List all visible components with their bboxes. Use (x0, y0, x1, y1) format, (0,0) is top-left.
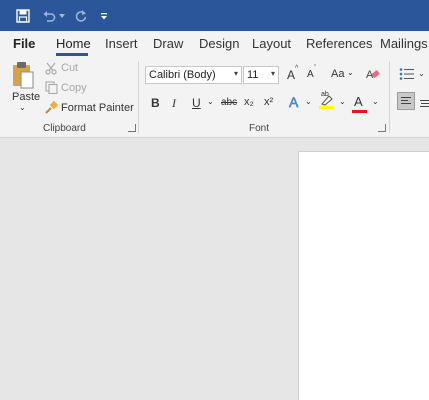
shrink-font-icon: ˇ (314, 65, 317, 72)
chevron-down-icon: ▾ (233, 69, 238, 78)
underline-button[interactable]: U (192, 96, 201, 110)
document-page[interactable] (298, 151, 429, 400)
clipboard-group-label: Clipboard (43, 123, 86, 134)
italic-button[interactable]: I (172, 96, 176, 111)
clear-formatting-icon[interactable]: A (366, 67, 380, 86)
format-painter-icon (45, 100, 59, 119)
subscript-button[interactable]: x₂ (244, 96, 254, 108)
chevron-down-icon[interactable]: ⌄ (372, 97, 379, 106)
format-painter-button[interactable]: Format Painter (61, 102, 134, 114)
align-left-icon (401, 97, 411, 104)
chevron-down-icon[interactable]: ⌄ (207, 97, 214, 106)
chevron-down-icon[interactable]: ⌄ (305, 97, 312, 106)
font-color-button[interactable]: A (354, 94, 363, 109)
change-case-button[interactable]: Aa (331, 68, 344, 80)
group-divider (389, 61, 390, 133)
tab-mailings[interactable]: Mailings (380, 36, 428, 51)
copy-icon (45, 81, 58, 99)
clipboard-launcher-icon[interactable] (128, 124, 136, 132)
chevron-down-icon: ⌄ (347, 68, 354, 77)
tab-insert[interactable]: Insert (105, 36, 138, 51)
chevron-down-icon[interactable]: ⌄ (418, 69, 425, 78)
chevron-down-icon: ▾ (270, 69, 275, 78)
tab-design[interactable]: Design (199, 36, 239, 51)
ribbon: Paste ⌄ Cut Copy Format Painter Clipboar… (0, 57, 429, 138)
align-center-icon[interactable] (420, 96, 429, 114)
highlight-text: ab (321, 91, 329, 98)
undo-dropdown-icon[interactable] (58, 6, 66, 26)
font-size-value: 11 (247, 69, 259, 81)
cut-icon (45, 62, 58, 80)
grow-font-button[interactable]: A (287, 68, 295, 82)
tab-file[interactable]: File (13, 36, 35, 51)
redo-icon[interactable] (72, 6, 90, 26)
paste-dropdown-icon[interactable]: ⌄ (19, 103, 26, 112)
group-divider (138, 61, 139, 133)
tab-references[interactable]: References (306, 36, 372, 51)
active-tab-indicator (56, 53, 88, 56)
text-effects-button[interactable]: A (289, 94, 299, 111)
save-icon[interactable] (14, 6, 32, 26)
tab-layout[interactable]: Layout (252, 36, 291, 51)
font-size-box[interactable]: 11 ▾ (243, 66, 279, 84)
tab-draw[interactable]: Draw (153, 36, 183, 51)
font-group-label: Font (249, 123, 270, 134)
align-left-button[interactable] (397, 92, 415, 110)
font-color-swatch (352, 110, 367, 113)
font-launcher-icon[interactable] (378, 124, 386, 132)
tab-home[interactable]: Home (56, 36, 91, 51)
font-name-box[interactable]: Calibri (Body) ▾ (145, 66, 242, 84)
chevron-down-icon[interactable]: ⌄ (339, 97, 346, 106)
strikethrough-button[interactable]: abc (221, 97, 237, 108)
shrink-font-button[interactable]: A (307, 69, 314, 80)
grow-font-icon: ^ (295, 65, 299, 72)
paste-button[interactable]: Paste (12, 91, 40, 103)
superscript-button[interactable]: x² (264, 96, 273, 108)
cut-button[interactable]: Cut (61, 62, 78, 74)
paste-icon[interactable] (12, 61, 34, 94)
copy-button[interactable]: Copy (61, 82, 87, 94)
undo-icon[interactable] (40, 6, 58, 26)
title-bar (0, 0, 429, 31)
customize-icon[interactable] (99, 6, 109, 26)
bold-button[interactable]: B (151, 96, 160, 110)
font-name-value: Calibri (Body) (149, 69, 216, 81)
bullets-icon[interactable] (399, 67, 415, 86)
